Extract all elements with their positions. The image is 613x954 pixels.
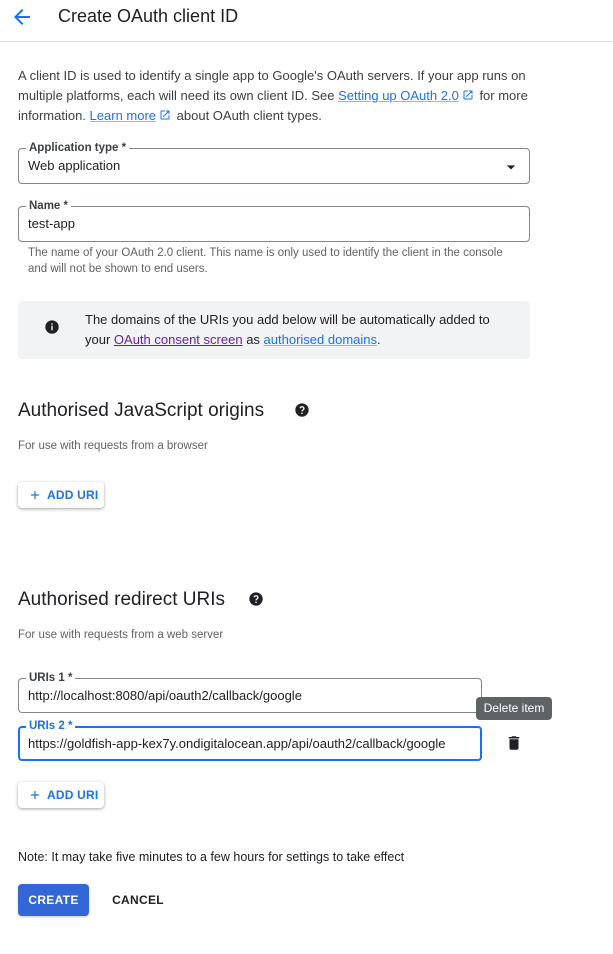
- dropdown-arrow-icon: [506, 165, 516, 170]
- redirect-uri-2-field[interactable]: URIs 2 * https://goldfish-app-kex7y.ondi…: [18, 719, 482, 761]
- add-redirect-uri-button[interactable]: ADD URI: [18, 782, 104, 808]
- name-field-label: Name *: [26, 199, 71, 213]
- redirect-uri-2-label: URIs 2 *: [26, 719, 76, 733]
- back-arrow-icon[interactable]: [10, 5, 34, 29]
- authorised-domains-link[interactable]: authorised domains: [264, 332, 377, 347]
- redirect-uri-2-value: https://goldfish-app-kex7y.ondigitalocea…: [28, 736, 446, 751]
- external-link-icon: [160, 110, 170, 120]
- application-type-value: Web application: [28, 158, 121, 173]
- info-icon: [45, 320, 59, 334]
- intro-text-part: about OAuth client types.: [176, 108, 322, 123]
- oauth-consent-screen-link[interactable]: OAuth consent screen: [114, 332, 243, 347]
- help-icon[interactable]: [248, 591, 264, 607]
- info-text-part: as: [246, 332, 260, 347]
- name-field[interactable]: Name * test-app: [18, 199, 530, 242]
- js-origins-title: Authorised JavaScript origins: [18, 400, 265, 421]
- delete-item-tooltip: Delete item: [476, 697, 552, 720]
- name-field-value: test-app: [28, 216, 75, 231]
- name-helper-text: The name of your OAuth 2.0 client. This …: [28, 247, 503, 275]
- redirect-uris-subtitle: For use with requests from a web server: [18, 629, 224, 641]
- plus-icon: [30, 790, 40, 800]
- cancel-button[interactable]: CANCEL: [104, 884, 172, 916]
- application-type-select[interactable]: Application type * Web application: [18, 141, 530, 184]
- add-js-origin-button[interactable]: ADD URI: [18, 482, 104, 508]
- help-icon[interactable]: [294, 402, 310, 418]
- plus-icon: [30, 490, 40, 500]
- trash-icon[interactable]: [505, 734, 523, 752]
- redirect-uris-title: Authorised redirect URIs: [18, 589, 225, 610]
- add-uri-label: ADD URI: [47, 488, 99, 502]
- settings-note: Note: It may take five minutes to a few …: [18, 850, 405, 864]
- create-button[interactable]: CREATE: [18, 884, 89, 916]
- external-link-icon: [463, 90, 473, 100]
- redirect-uri-1-field[interactable]: URIs 1 * http://localhost:8080/api/oauth…: [18, 671, 482, 713]
- info-text: The domains of the URIs you add below wi…: [85, 310, 515, 350]
- application-type-label: Application type *: [26, 141, 130, 155]
- redirect-uri-1-label: URIs 1 *: [26, 671, 76, 685]
- page-title: Create OAuth client ID: [58, 6, 239, 26]
- redirect-uri-1-value: http://localhost:8080/api/oauth2/callbac…: [28, 688, 302, 703]
- setting-up-oauth-link[interactable]: Setting up OAuth 2.0: [338, 88, 459, 103]
- page-header: Create OAuth client ID: [0, 0, 613, 42]
- js-origins-subtitle: For use with requests from a browser: [18, 440, 208, 452]
- add-uri-label: ADD URI: [47, 788, 99, 802]
- info-text-part: .: [377, 332, 381, 347]
- info-banner: The domains of the URIs you add below wi…: [18, 301, 530, 359]
- learn-more-link[interactable]: Learn more: [90, 108, 156, 123]
- intro-text: A client ID is used to identify a single…: [18, 66, 538, 126]
